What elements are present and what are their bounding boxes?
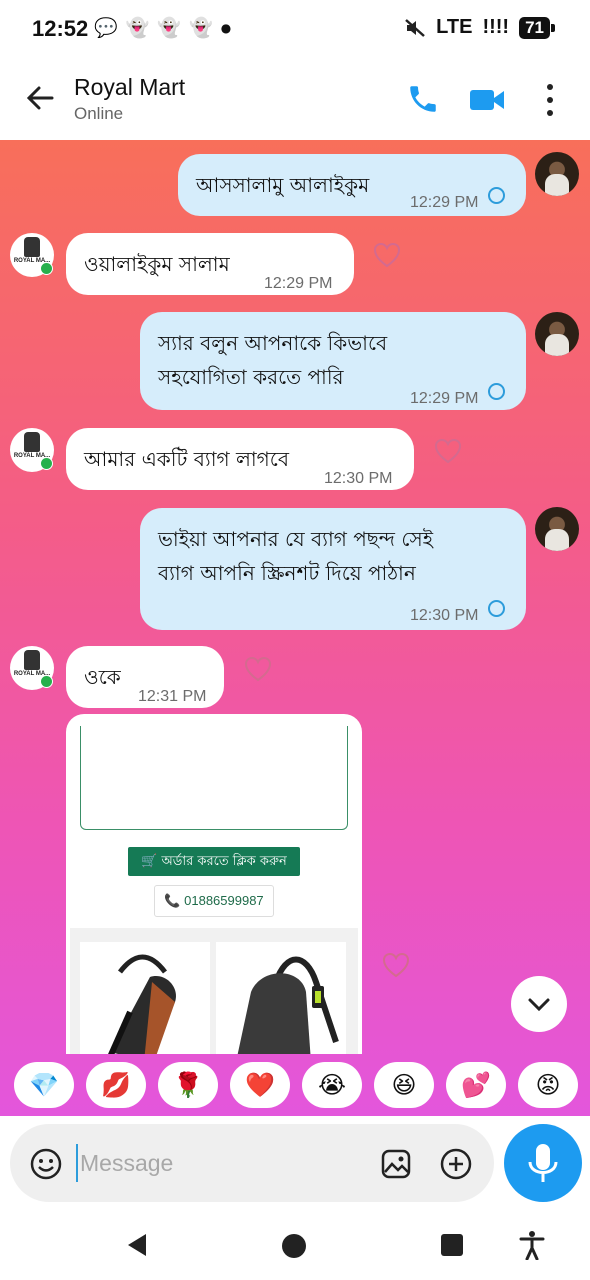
sent-status-icon: [488, 187, 505, 204]
message-bubble-outgoing[interactable]: ভাইয়া আপনার যে ব্যাগ পছন্দ সেই ব্যাগ আপ…: [140, 508, 526, 630]
message-text-line: ব্যাগ আপনি স্ক্রিনশট দিয়ে পাঠান: [158, 561, 416, 585]
nav-home-icon[interactable]: [282, 1234, 306, 1258]
reaction-kiss-icon[interactable]: 💋: [86, 1062, 146, 1108]
status-bar: 12:52 💬 👻 👻 👻 ● LTE !!!! 71: [0, 0, 590, 58]
heart-react-icon[interactable]: [434, 438, 462, 464]
chat-header: Royal Mart Online: [0, 58, 590, 140]
battery-icon: 71: [519, 16, 555, 39]
nav-recents-icon[interactable]: [441, 1234, 463, 1256]
video-call-icon[interactable]: [468, 84, 506, 116]
verified-badge-icon: [40, 675, 53, 688]
voice-message-button[interactable]: [504, 1124, 582, 1202]
snapchat-icon: 👻: [157, 17, 182, 39]
system-nav-bar: [0, 1212, 590, 1280]
notification-icons: 💬 👻 👻 👻 ●: [94, 18, 231, 38]
emoji-icon[interactable]: [30, 1148, 62, 1180]
message-time: 12:30 PM: [410, 607, 479, 624]
quick-reactions-bar: 💎 💋 🌹 ❤️ 😭 😆 💕 😡: [0, 1056, 590, 1114]
more-options-icon[interactable]: [538, 82, 562, 118]
message-time: 12:29 PM: [410, 390, 479, 407]
scroll-to-bottom-button[interactable]: [511, 976, 567, 1032]
message-bubble-incoming[interactable]: আমার একটি ব্যাগ লাগবে 12:30 PM: [66, 428, 414, 490]
message-bubble-outgoing[interactable]: স্যার বলুন আপনাকে কিভাবে সহযোগিতা করতে প…: [140, 312, 526, 410]
reaction-laughing-icon[interactable]: 😆: [374, 1062, 434, 1108]
message-time: 12:30 PM: [324, 470, 393, 487]
snapchat-icon: 👻: [125, 17, 150, 39]
status-time: 12:52: [32, 16, 89, 41]
back-arrow-icon[interactable]: [22, 80, 58, 116]
my-avatar[interactable]: [535, 312, 579, 356]
sent-status-icon: [488, 383, 505, 400]
screenshot-text-box: [80, 726, 348, 830]
chat-icon: 💬: [94, 17, 118, 39]
message-text: ওয়ালাইকুম সালাম: [84, 252, 230, 276]
network-type: LTE: [436, 16, 473, 38]
heart-react-icon[interactable]: [244, 656, 272, 682]
signal-icon: !!!!: [482, 16, 510, 38]
mute-icon: [405, 18, 425, 37]
snapchat-icon: 👻: [189, 17, 213, 39]
message-text: আসসালামু আলাইকুম: [196, 173, 370, 197]
microphone-icon: [528, 1144, 558, 1182]
dot-icon: ●: [220, 21, 232, 35]
my-avatar[interactable]: [535, 152, 579, 196]
reaction-crying-icon[interactable]: 😭: [302, 1062, 362, 1108]
contact-status: Online: [74, 104, 124, 123]
nav-back-icon[interactable]: [124, 1232, 150, 1258]
shared-screenshot-image[interactable]: 🛒 অর্ডার করতে ক্লিক করুন 📞 01886599987: [66, 714, 362, 1054]
chevron-down-icon: [528, 998, 550, 1012]
message-composer: [10, 1124, 494, 1202]
chat-area[interactable]: আসসালামু আলাইকুম 12:29 PM ROYAL MA... ওয…: [0, 140, 590, 1116]
status-right: LTE !!!! 71: [404, 16, 555, 39]
message-text-line: ভাইয়া আপনার যে ব্যাগ পছন্দ সেই: [158, 527, 434, 551]
message-time: 12:31 PM: [138, 688, 207, 705]
message-bubble-incoming[interactable]: ওয়ালাইকুম সালাম 12:29 PM: [66, 233, 354, 295]
message-bubble-incoming[interactable]: ওকে 12:31 PM: [66, 646, 224, 708]
reaction-angry-icon[interactable]: 😡: [518, 1062, 578, 1108]
heart-react-icon[interactable]: [382, 952, 410, 978]
gallery-icon[interactable]: [380, 1148, 412, 1180]
product-image-bag-1: [80, 942, 210, 1054]
product-grid: [70, 928, 358, 1054]
reaction-two-hearts-icon[interactable]: 💕: [446, 1062, 506, 1108]
message-text: আমার একটি ব্যাগ লাগবে: [84, 447, 289, 471]
verified-badge-icon: [40, 457, 53, 470]
add-attachment-icon[interactable]: [440, 1148, 472, 1180]
product-image-bag-2: [216, 942, 346, 1054]
sent-status-icon: [488, 600, 505, 617]
screenshot-phone-button: 📞 01886599987: [154, 885, 274, 917]
contact-name[interactable]: Royal Mart: [74, 74, 185, 101]
reaction-gem-icon[interactable]: 💎: [14, 1062, 74, 1108]
heart-react-icon[interactable]: [373, 242, 401, 268]
message-input[interactable]: [76, 1144, 356, 1182]
message-time: 12:29 PM: [264, 275, 333, 292]
reaction-rose-icon[interactable]: 🌹: [158, 1062, 218, 1108]
reaction-heart-icon[interactable]: ❤️: [230, 1062, 290, 1108]
my-avatar[interactable]: [535, 507, 579, 551]
message-time: 12:29 PM: [410, 194, 479, 211]
accessibility-icon[interactable]: [518, 1230, 546, 1260]
screenshot-order-button: 🛒 অর্ডার করতে ক্লিক করুন: [128, 847, 300, 876]
message-text: ওকে: [84, 665, 121, 689]
message-text-line: স্যার বলুন আপনাকে কিভাবে: [158, 331, 388, 355]
verified-badge-icon: [40, 262, 53, 275]
phone-call-icon[interactable]: [406, 82, 440, 116]
message-bubble-outgoing[interactable]: আসসালামু আলাইকুম 12:29 PM: [178, 154, 526, 216]
